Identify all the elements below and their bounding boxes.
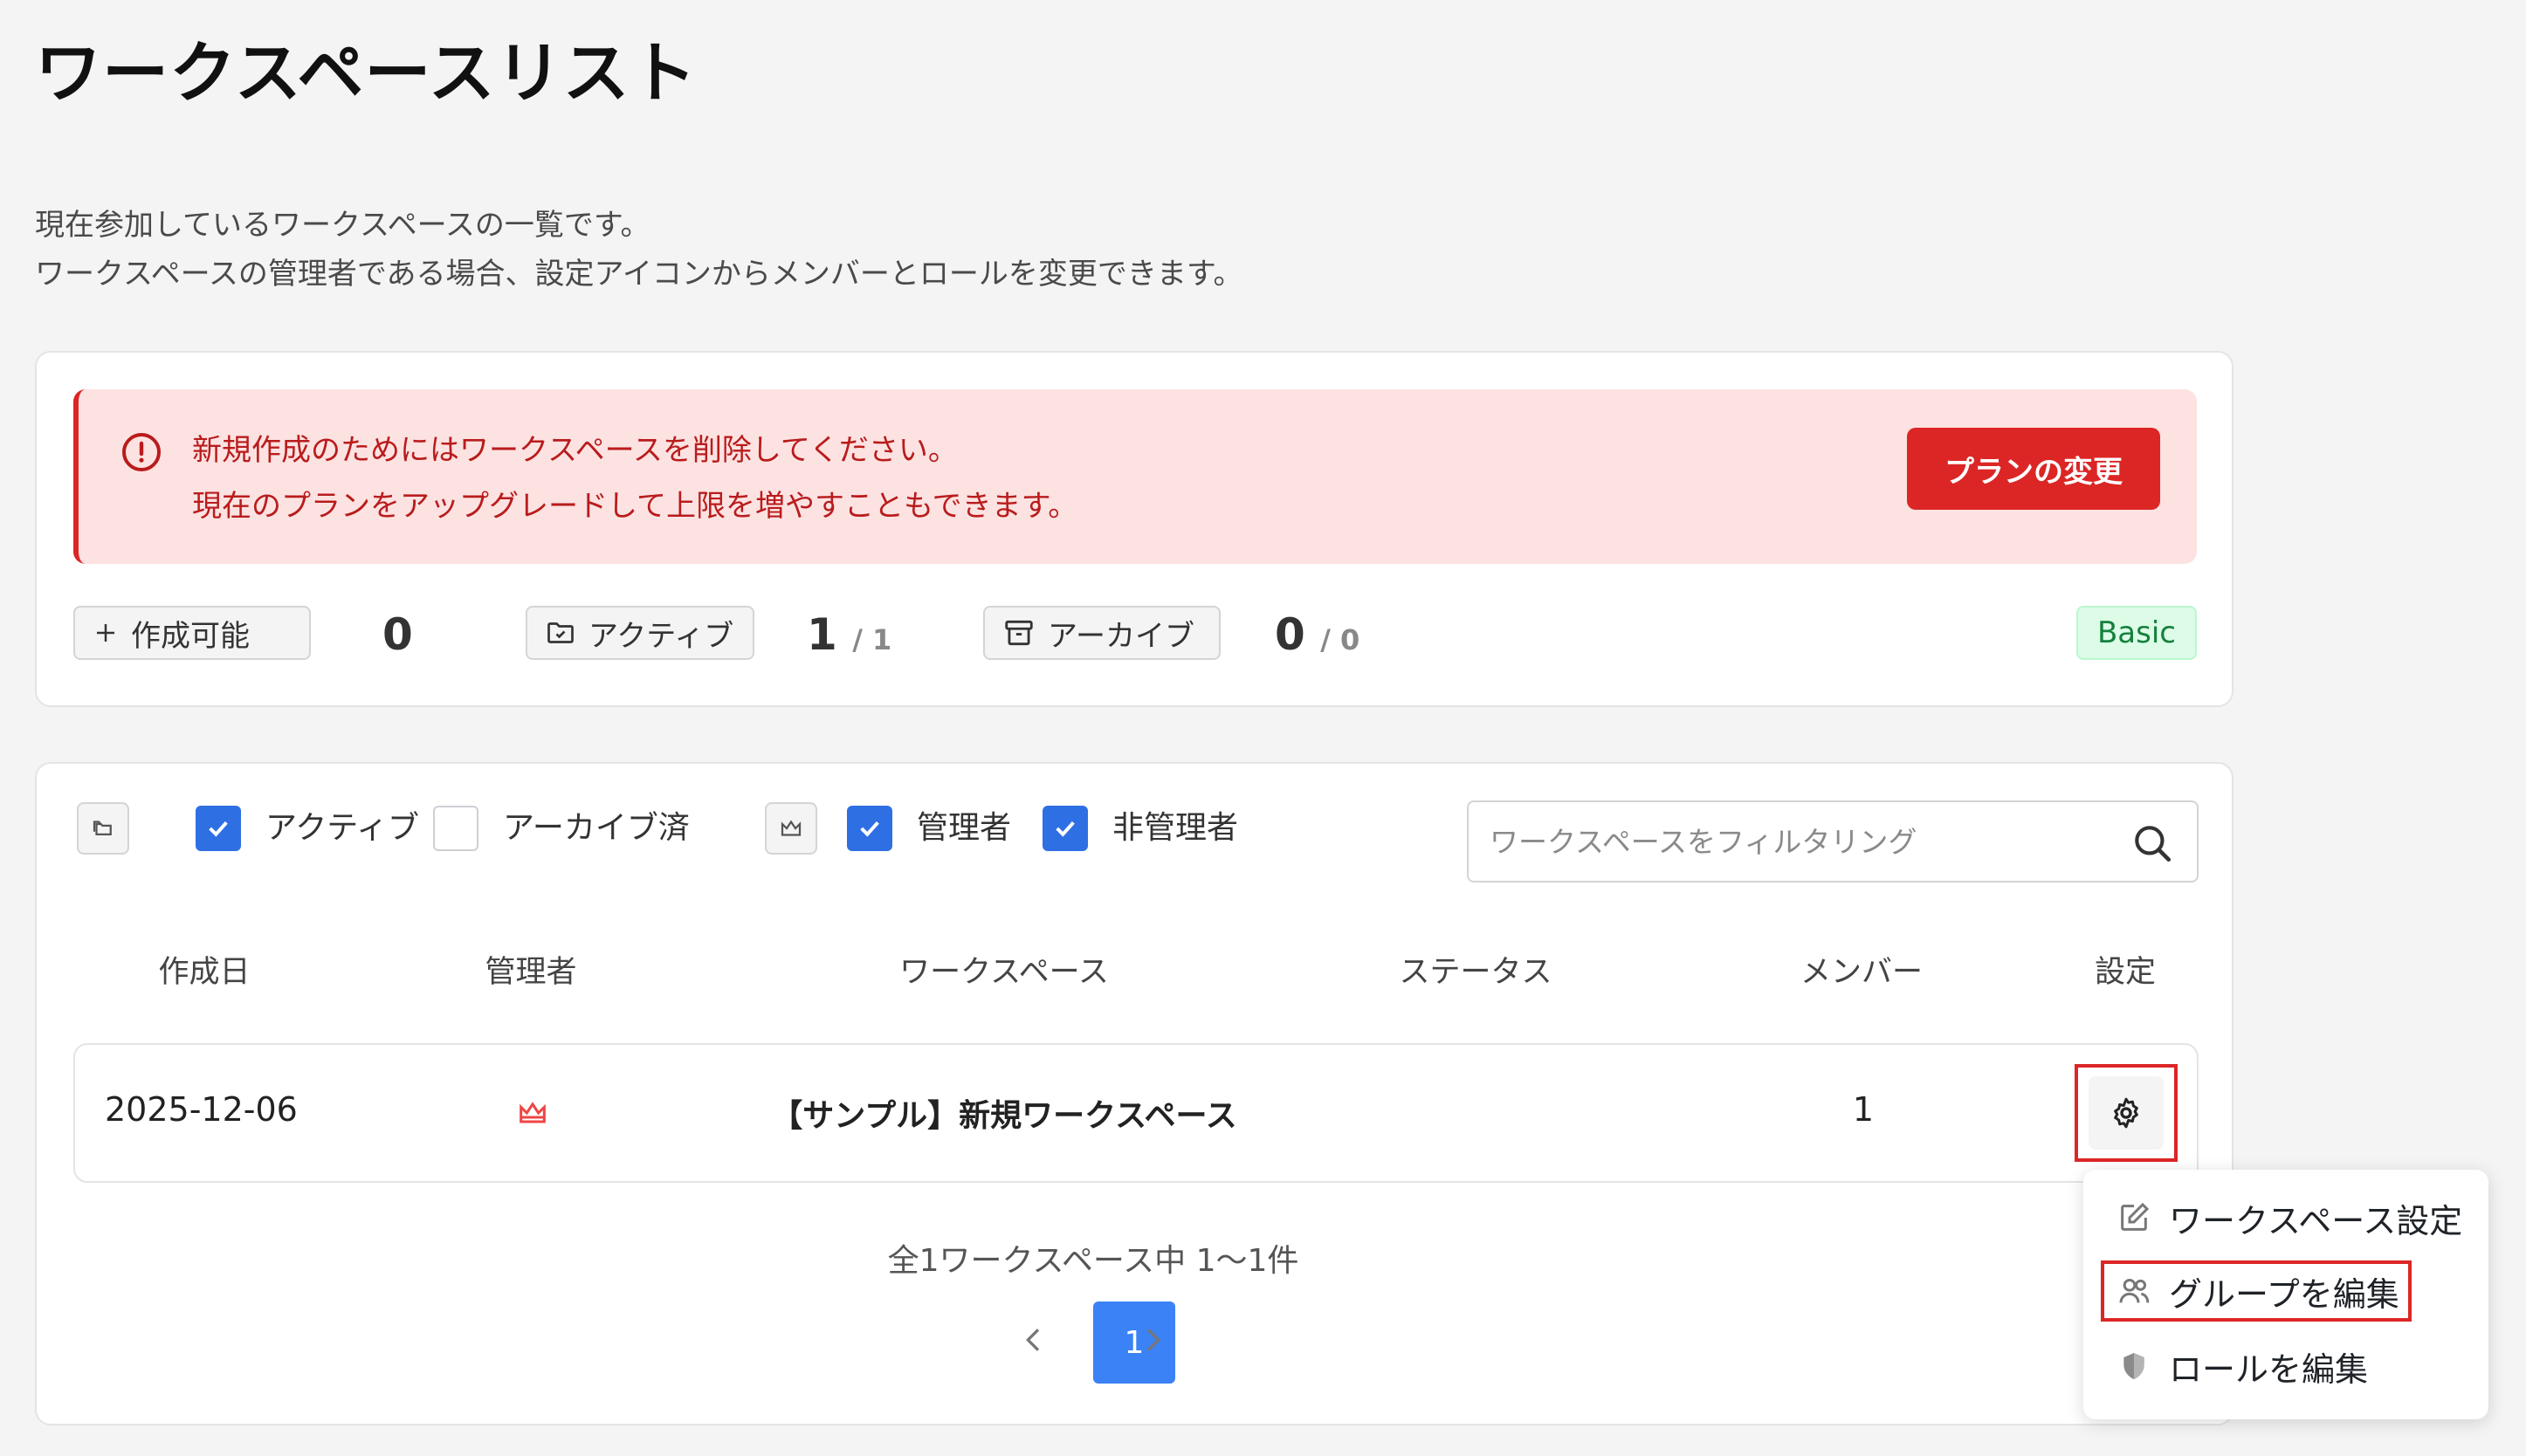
limit-alert: 新規作成のためにはワークスペースを削除してください。 現在のプランをアップグレー… xyxy=(73,389,2197,564)
archive-icon xyxy=(1005,620,1033,646)
column-header-admin: 管理者 xyxy=(485,955,577,990)
pagination-summary: 全1ワークスペース中 1〜1件 xyxy=(887,1243,1299,1279)
workspace-name[interactable]: 【サンプル】新規ワークスペース xyxy=(771,1090,1237,1136)
non-admin-filter-label[interactable]: 非管理者 xyxy=(1112,800,1238,856)
admin-filter-label[interactable]: 管理者 xyxy=(917,800,1011,856)
workspace-list-card: アクティブ アーカイブ済 管理者 非管理者 作成日 管理者 ワークスペース ステ… xyxy=(35,762,2233,1425)
description-line-1: 現在参加しているワークスペースの一覧です。 xyxy=(35,208,650,243)
archived-filter-checkbox[interactable] xyxy=(433,806,478,851)
change-plan-button[interactable]: プランの変更 xyxy=(1907,428,2160,510)
settings-button[interactable] xyxy=(2089,1076,2164,1150)
admin-filter-checkbox[interactable] xyxy=(847,806,892,851)
page-description: 現在参加しているワークスペースの一覧です。 ワークスペースの管理者である場合、設… xyxy=(35,201,1242,299)
archive-chip: アーカイブ xyxy=(983,606,1221,660)
settings-dropdown-menu: ワークスペース設定 グループを編集 ロールを編集 xyxy=(2083,1170,2488,1419)
status-filter-icon-box xyxy=(77,802,129,855)
chevron-left-icon[interactable] xyxy=(1016,1322,1051,1357)
filter-bar: アクティブ アーカイブ済 管理者 非管理者 xyxy=(77,800,2199,884)
search-icon[interactable] xyxy=(2130,821,2174,865)
menu-item-workspace-settings[interactable]: ワークスペース設定 xyxy=(2101,1187,2467,1248)
alert-message: 新規作成のためにはワークスペースを削除してください。 現在のプランをアップグレー… xyxy=(192,422,1077,534)
alert-circle-icon xyxy=(122,433,161,471)
chevron-right-icon[interactable] xyxy=(1135,1322,1170,1357)
active-chip: アクティブ xyxy=(526,606,754,660)
page-title: ワークスペースリスト xyxy=(35,34,698,112)
menu-item-label: グループを編集 xyxy=(2169,1274,2399,1314)
member-count: 1 xyxy=(1852,1090,1875,1129)
archive-label: アーカイブ xyxy=(1048,618,1194,654)
check-icon xyxy=(1056,821,1075,837)
archive-value: 0 xyxy=(1275,609,1305,660)
folder-check-icon xyxy=(547,622,574,643)
creatable-value: 0 xyxy=(382,609,413,660)
archive-count: 0 / 0 xyxy=(1275,609,1359,660)
active-total: / 1 xyxy=(852,623,892,656)
column-header-settings: 設定 xyxy=(2094,955,2157,990)
menu-item-edit-groups[interactable]: グループを編集 xyxy=(2101,1260,2412,1322)
column-header-members: メンバー xyxy=(1800,955,1924,990)
check-icon xyxy=(209,821,228,837)
archive-total: / 0 xyxy=(1320,623,1360,656)
active-label: アクティブ xyxy=(588,618,734,654)
active-filter-label[interactable]: アクティブ xyxy=(265,800,419,856)
folders-icon xyxy=(93,821,112,835)
column-header-workspace: ワークスペース xyxy=(899,955,1109,990)
column-header-status: ステータス xyxy=(1399,955,1552,990)
table-row: 2025-12-06 【サンプル】新規ワークスペース 1 xyxy=(73,1043,2199,1183)
crown-icon xyxy=(781,820,802,836)
column-header-created: 作成日 xyxy=(158,955,251,990)
menu-item-edit-roles[interactable]: ロールを編集 xyxy=(2101,1336,2467,1397)
created-date: 2025-12-06 xyxy=(105,1090,298,1129)
edit-icon xyxy=(2121,1202,2150,1231)
archived-filter-label[interactable]: アーカイブ済 xyxy=(503,800,690,856)
alert-line-2: 現在のプランをアップグレードして上限を増やすこともできます。 xyxy=(192,489,1078,524)
alert-line-1: 新規作成のためにはワークスペースを削除してください。 xyxy=(192,433,958,468)
users-icon xyxy=(2119,1279,2150,1303)
active-filter-checkbox[interactable] xyxy=(196,806,241,851)
workspace-search xyxy=(1467,800,2199,883)
workspace-search-input[interactable] xyxy=(1490,814,2101,869)
workspace-stats: 作成可能 0 アクティブ 1 / 1 アーカイブ 0 / 0 Basic xyxy=(73,606,2197,663)
settings-highlight xyxy=(2075,1064,2178,1162)
active-count: 1 / 1 xyxy=(807,609,891,660)
description-line-2: ワークスペースの管理者である場合、設定アイコンからメンバーとロールを変更できます… xyxy=(35,257,1243,292)
plan-badge: Basic xyxy=(2076,606,2197,660)
shield-icon xyxy=(2123,1353,2144,1379)
menu-item-label: ワークスペース設定 xyxy=(2169,1201,2463,1240)
creatable-chip: 作成可能 xyxy=(73,606,311,660)
role-filter-icon-box xyxy=(765,802,817,855)
crown-icon xyxy=(520,1102,546,1123)
gear-icon xyxy=(2114,1097,2138,1129)
creatable-label: 作成可能 xyxy=(131,618,250,654)
plus-icon xyxy=(97,624,114,642)
non-admin-filter-checkbox[interactable] xyxy=(1043,806,1088,851)
check-icon xyxy=(860,821,879,837)
menu-item-label: ロールを編集 xyxy=(2169,1350,2369,1389)
active-value: 1 xyxy=(807,609,837,660)
limit-card: 新規作成のためにはワークスペースを削除してください。 現在のプランをアップグレー… xyxy=(35,351,2233,707)
